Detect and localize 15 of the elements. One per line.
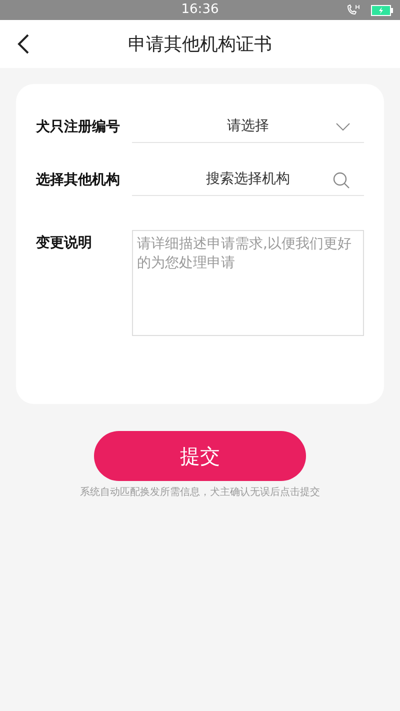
field-label: 选择其他机构 — [36, 170, 121, 190]
status-time: 16:36 — [181, 1, 219, 20]
field-label: 变更说明 — [36, 234, 93, 253]
chevron-down-icon — [336, 123, 350, 131]
search-icon — [333, 172, 350, 189]
submit-note: 系统自动匹配换发所需信息，犬主确认无误后点击提交 — [80, 486, 320, 500]
battery-icon — [371, 5, 393, 16]
call-hd-icon — [346, 4, 362, 16]
select-field[interactable]: 请选择 — [132, 111, 364, 143]
page-title: 申请其他机构证书 — [128, 32, 272, 56]
back-icon[interactable] — [17, 34, 29, 54]
field-label: 犬只注册编号 — [36, 118, 121, 136]
submit-button[interactable]: 提交 — [94, 431, 306, 481]
search-field[interactable]: 搜索选择机构 — [132, 164, 364, 196]
description-field[interactable]: 请详细描述申请需求,以便我们更好的为您处理申请 — [132, 230, 364, 336]
